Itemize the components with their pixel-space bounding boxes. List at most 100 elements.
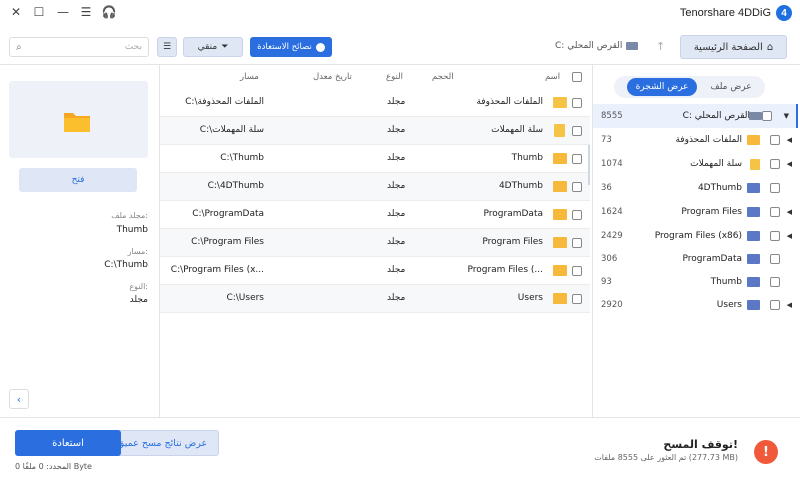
- tree-item-label: 4DThumb: [697, 183, 742, 193]
- tree-item[interactable]: 1074 سلة المهملات ◀: [593, 152, 798, 176]
- selected-info: المحدد: 0 ملفًا 0 Byte: [15, 462, 92, 471]
- path-label: مسار:: [127, 247, 148, 256]
- row-path: C:\4DThumb: [207, 181, 264, 191]
- folder-icon: [553, 153, 567, 164]
- tree-item-checkbox[interactable]: [770, 135, 780, 145]
- folder-icon: [553, 237, 567, 248]
- row-checkbox[interactable]: [572, 266, 582, 276]
- col-name[interactable]: اسم: [545, 72, 560, 82]
- tree-item-label: سلة المهملات: [690, 159, 742, 169]
- table-scrollbar[interactable]: [588, 145, 590, 185]
- alert-icon: !: [754, 440, 778, 464]
- tree-item[interactable]: 2429 Program Files (x86) ◀: [593, 224, 798, 248]
- menu-icon[interactable]: ☰: [79, 5, 93, 19]
- row-type: مجلد: [387, 97, 406, 107]
- tree-item-checkbox[interactable]: [770, 300, 780, 310]
- row-name: Program Files (...: [467, 265, 543, 275]
- filter-icon: ⏷: [221, 42, 229, 52]
- row-name: Program Files: [482, 237, 543, 247]
- expand-arrow-icon[interactable]: ◀: [787, 301, 792, 309]
- up-arrow-icon[interactable]: ↑: [656, 40, 665, 53]
- chevron-left-icon: ‹: [16, 392, 22, 406]
- collapse-panel-button[interactable]: ‹: [9, 389, 29, 409]
- type-value: مجلد: [129, 295, 148, 305]
- table-row[interactable]: Program Files (... مجلد C:\Program Files…: [160, 257, 590, 285]
- file-view-tab[interactable]: عرض ملف: [700, 78, 762, 96]
- tree-item-label: ProgramData: [682, 254, 742, 264]
- row-checkbox[interactable]: [572, 238, 582, 248]
- select-all-checkbox[interactable]: [572, 72, 582, 82]
- row-type: مجلد: [387, 153, 406, 163]
- table-row[interactable]: 4DThumb مجلد C:\4DThumb: [160, 173, 590, 201]
- tree-item-label: Program Files (x86): [654, 231, 742, 241]
- table-row[interactable]: الملفات المحذوفة مجلد C:\الملفات المحذوف…: [160, 89, 590, 117]
- tree-item-checkbox[interactable]: [770, 183, 780, 193]
- recovery-tips-button[interactable]: نصائح الاستعادة: [250, 37, 332, 57]
- headset-icon[interactable]: 🎧: [102, 5, 117, 19]
- tree-item[interactable]: 306 ProgramData: [593, 247, 798, 271]
- table-row[interactable]: Program Files مجلد C:\Program Files: [160, 229, 590, 257]
- filter-button[interactable]: منقي ⏷: [183, 37, 243, 57]
- row-type: مجلد: [387, 125, 406, 135]
- minimize-icon[interactable]: —: [56, 5, 70, 19]
- tree-item[interactable]: 1624 Program Files ◀: [593, 200, 798, 224]
- table-row[interactable]: Users مجلد C:\Users: [160, 285, 590, 313]
- row-checkbox[interactable]: [572, 182, 582, 192]
- bottom-divider: [0, 417, 800, 418]
- expand-arrow-icon[interactable]: ◀: [787, 160, 792, 168]
- row-checkbox[interactable]: [572, 98, 582, 108]
- folder-icon: [553, 265, 567, 276]
- tree-item[interactable]: 93 Thumb: [593, 270, 798, 294]
- tree-item-checkbox[interactable]: [770, 207, 780, 217]
- folder-icon: [553, 209, 567, 220]
- deep-scan-results-button[interactable]: عرض نتائج مسح عميق: [105, 430, 219, 456]
- tree-item-count: 8555: [601, 111, 623, 121]
- tree-item-label: Users: [716, 300, 742, 310]
- folder-icon: [747, 207, 760, 217]
- row-checkbox[interactable]: [572, 210, 582, 220]
- tree-item-checkbox[interactable]: [770, 159, 780, 169]
- tree-item-checkbox[interactable]: [770, 231, 780, 241]
- table-row[interactable]: ProgramData مجلد C:\ProgramData: [160, 201, 590, 229]
- tree-item[interactable]: 36 4DThumb: [593, 176, 798, 200]
- tips-icon: [315, 42, 325, 52]
- col-type[interactable]: النوع: [386, 72, 403, 82]
- expand-arrow-icon[interactable]: ◀: [787, 208, 792, 216]
- tree-item[interactable]: 2920 Users ◀: [593, 293, 798, 317]
- maximize-icon[interactable]: ☐: [32, 5, 46, 19]
- close-icon[interactable]: ✕: [9, 5, 23, 19]
- type-label: النوع:: [129, 282, 148, 291]
- folder-icon: [747, 254, 760, 264]
- recover-button[interactable]: استعادة: [15, 430, 121, 456]
- col-size[interactable]: الحجم: [432, 72, 454, 82]
- preview-folder-icon: [64, 113, 90, 132]
- tree-item[interactable]: 8555 C: القرص المحلي ▼: [593, 104, 798, 128]
- tree-view-tab[interactable]: عرض الشجرة: [627, 78, 697, 96]
- expand-arrow-icon[interactable]: ◀: [787, 136, 792, 144]
- expand-arrow-icon[interactable]: ◀: [787, 232, 792, 240]
- list-menu-button[interactable]: ☰: [157, 37, 177, 57]
- drive-icon: [626, 42, 639, 50]
- tree-item-checkbox[interactable]: [770, 254, 780, 264]
- brand: Tenorshare 4DDiG 4: [680, 5, 792, 21]
- home-button[interactable]: الصفحة الرئيسية ⌂: [680, 35, 787, 59]
- search-input[interactable]: ⌕ بحث: [9, 37, 149, 57]
- row-name: 4DThumb: [498, 181, 543, 191]
- tree-item[interactable]: 73 الملفات المحذوفة ◀: [593, 128, 798, 152]
- name-value: Thumb: [116, 225, 148, 235]
- row-checkbox[interactable]: [572, 294, 582, 304]
- row-checkbox[interactable]: [572, 126, 582, 136]
- tree-item-checkbox[interactable]: [770, 277, 780, 287]
- folder-icon: [747, 183, 760, 193]
- tree-item-checkbox[interactable]: [762, 111, 772, 121]
- expand-arrow-icon[interactable]: ▼: [784, 112, 789, 120]
- table-row[interactable]: Thumb مجلد C:\Thumb: [160, 145, 590, 173]
- row-path: C:\سلة المهملات: [199, 125, 264, 135]
- table-row[interactable]: سلة المهملات مجلد C:\سلة المهملات: [160, 117, 590, 145]
- col-path[interactable]: مسار: [240, 72, 259, 82]
- row-checkbox[interactable]: [572, 154, 582, 164]
- brand-logo-icon: 4: [776, 5, 792, 21]
- open-button[interactable]: فتح: [19, 168, 137, 192]
- row-name: Thumb: [511, 153, 543, 163]
- col-modified[interactable]: تاريخ معدل: [313, 72, 352, 82]
